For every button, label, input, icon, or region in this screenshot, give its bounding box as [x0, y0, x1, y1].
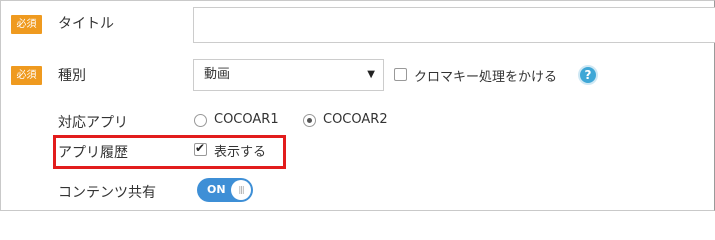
- chroma-key-checkbox[interactable]: [394, 68, 407, 81]
- history-label: アプリ履歴: [58, 145, 128, 161]
- title-input[interactable]: [193, 7, 715, 43]
- form-panel: 必須 タイトル 必須 種別 動画 ▼ クロマキー処理をかける ? 対応アプリ C…: [0, 0, 715, 211]
- radio-cocoar1-label: COCOAR1: [214, 112, 279, 127]
- help-icon[interactable]: ?: [578, 65, 598, 85]
- toggle-knob-icon: |||: [231, 180, 251, 200]
- history-checkbox[interactable]: [194, 141, 207, 156]
- radio-cocoar1[interactable]: [194, 114, 207, 127]
- radio-cocoar2-label: COCOAR2: [323, 112, 388, 127]
- toggle-on-label: ON: [207, 183, 226, 196]
- radio-cocoar2[interactable]: [303, 114, 316, 127]
- required-badge: 必須: [11, 66, 42, 85]
- share-label: コンテンツ共有: [58, 185, 156, 201]
- app-label: 対応アプリ: [58, 115, 128, 131]
- type-label: 種別: [58, 68, 86, 84]
- chevron-down-icon: ▼: [367, 69, 375, 80]
- type-select-value: 動画: [204, 67, 231, 82]
- required-badge: 必須: [11, 15, 42, 34]
- share-toggle[interactable]: ON |||: [197, 178, 253, 202]
- chroma-key-label: クロマキー処理をかける: [414, 70, 558, 85]
- type-select[interactable]: 動画 ▼: [193, 59, 384, 91]
- title-label: タイトル: [58, 16, 114, 32]
- history-checkbox-label: 表示する: [214, 145, 267, 160]
